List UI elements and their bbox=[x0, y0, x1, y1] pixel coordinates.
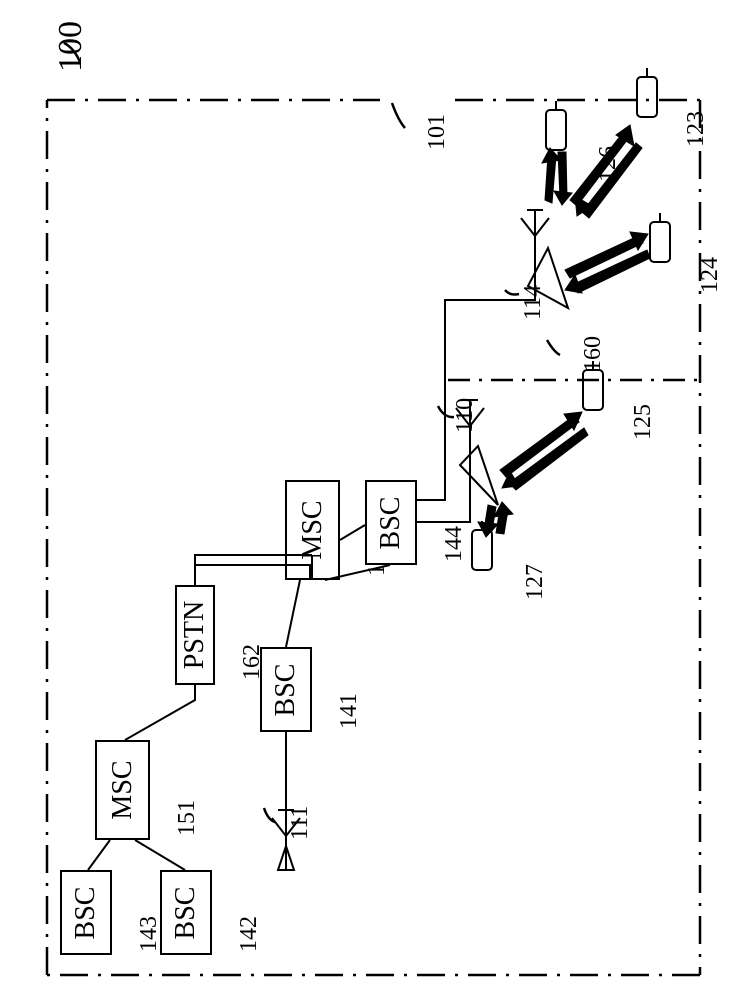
block-bsc-143: BSC bbox=[60, 870, 112, 955]
ref-110: 110 bbox=[452, 398, 479, 433]
device-123 bbox=[637, 68, 657, 117]
label-bsc-144: BSC bbox=[375, 496, 407, 549]
ref-bsc-141: 141 bbox=[336, 693, 363, 729]
label-msc-left: MSC bbox=[107, 760, 139, 819]
ref-bsc-142: 142 bbox=[236, 916, 263, 952]
device-127 bbox=[472, 521, 492, 570]
arrows-114-126 bbox=[542, 148, 572, 205]
ref-125: 125 bbox=[630, 404, 657, 440]
arrows-110-127 bbox=[478, 502, 513, 537]
block-pstn: PSTN bbox=[175, 585, 215, 685]
block-bsc-141: BSC bbox=[260, 647, 312, 732]
label-bsc-142: BSC bbox=[170, 886, 202, 939]
ref-bsc-143: 143 bbox=[136, 916, 163, 952]
label-pstn: PSTN bbox=[179, 601, 211, 669]
ref-126: 126 bbox=[595, 146, 622, 182]
block-bsc-142: BSC bbox=[160, 870, 212, 955]
block-bsc-144: BSC bbox=[365, 480, 417, 565]
ref-123: 123 bbox=[683, 111, 710, 147]
ref-msc-left: 151 bbox=[174, 800, 201, 836]
label-bsc-143: BSC bbox=[70, 886, 102, 939]
device-124 bbox=[650, 213, 670, 262]
arrows-110-125 bbox=[500, 412, 588, 490]
label-bsc-141: BSC bbox=[270, 663, 302, 716]
ref-127: 127 bbox=[522, 564, 549, 600]
ref-114: 114 bbox=[520, 285, 547, 320]
block-msc-left: MSC bbox=[95, 740, 150, 840]
ref-124: 124 bbox=[697, 257, 724, 293]
arrows-114-124 bbox=[565, 232, 650, 293]
label-msc-right: MSC bbox=[297, 500, 329, 559]
ref-111: 111 bbox=[287, 806, 314, 840]
diagram-canvas: 100 PSTN 162 MSC 151 MSC 152 BSC 143 BSC… bbox=[0, 0, 748, 1000]
ref-100: 100 bbox=[52, 21, 90, 72]
ref-bsc-144: 144 bbox=[441, 526, 468, 562]
ref-101: 101 bbox=[424, 114, 451, 150]
block-msc-right: MSC bbox=[285, 480, 340, 580]
ref-160: 160 bbox=[580, 336, 607, 372]
device-126 bbox=[546, 101, 566, 150]
